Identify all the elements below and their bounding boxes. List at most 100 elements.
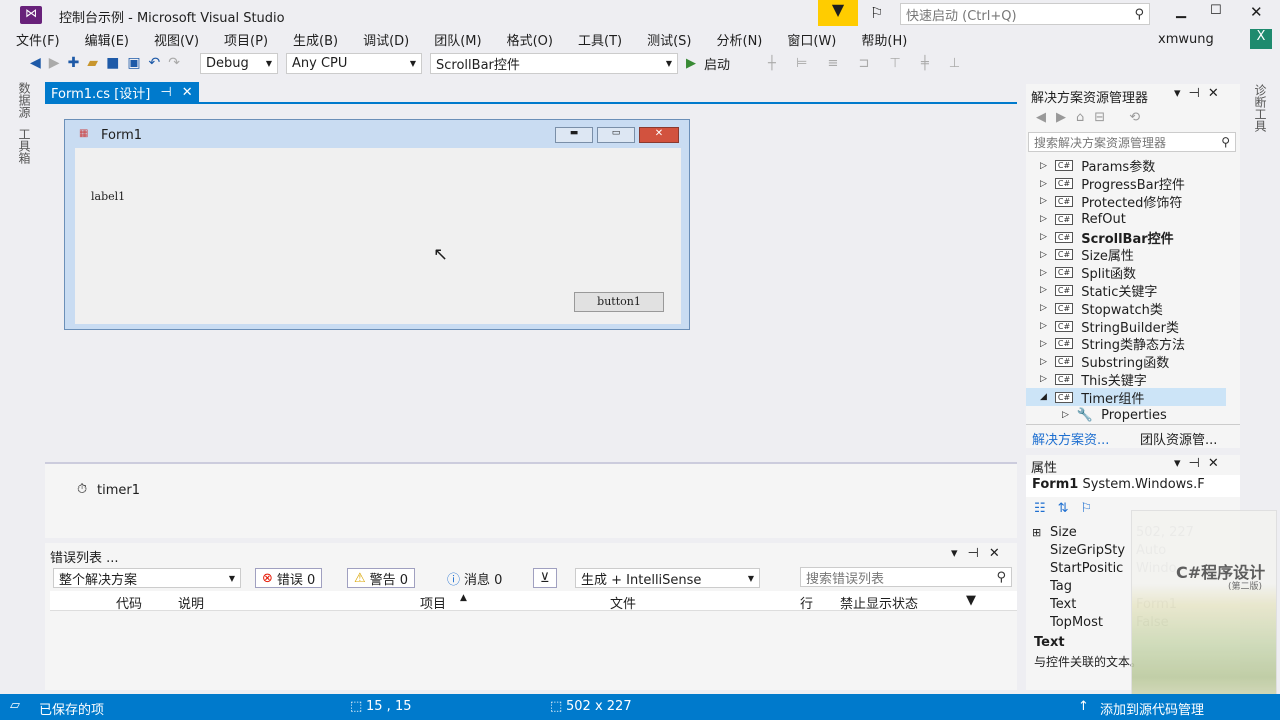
solution-search-input[interactable]: 搜索解决方案资源管理器 ⚲ xyxy=(1028,132,1236,152)
expand-icon[interactable]: ▷ xyxy=(1040,214,1047,224)
expand-icon[interactable]: ▷ xyxy=(1040,285,1047,295)
save-all-icon[interactable]: ▣ xyxy=(127,55,140,71)
panel-controls[interactable]: ▾⊣✕ xyxy=(1174,456,1227,471)
expand-icon[interactable]: ▷ xyxy=(1040,339,1047,349)
user-account[interactable]: xmwung xyxy=(1158,32,1214,47)
config-dropdown[interactable]: Debug ▼ xyxy=(200,52,279,74)
expand-icon[interactable]: ▷ xyxy=(1040,179,1047,189)
tab-solution-explorer[interactable]: 解决方案资... xyxy=(1032,429,1109,448)
left-tab-toolbox[interactable]: 工具箱 xyxy=(16,128,33,164)
tab-form1-design[interactable]: Form1.cs [设计] ⊣ ✕ xyxy=(45,82,199,102)
solution-item[interactable]: ▷ C# ProgressBar控件 xyxy=(1026,175,1226,193)
menu-test[interactable]: 测试(S) xyxy=(647,30,691,49)
button1[interactable]: button1 xyxy=(574,292,664,312)
solution-item[interactable]: ▷ C# RefOut xyxy=(1026,210,1226,228)
clear-filter-button[interactable]: ⊻ xyxy=(533,568,557,588)
expand-icon[interactable]: ⊞ xyxy=(1026,526,1050,539)
expand-icon[interactable]: ▷ xyxy=(1040,321,1047,331)
solution-item[interactable]: ▷ C# Stopwatch类 xyxy=(1026,299,1226,318)
panel-controls[interactable]: ▾⊣✕ xyxy=(1174,86,1227,101)
label1[interactable]: label1 xyxy=(91,190,125,203)
solution-item[interactable]: ▷ C# StringBuilder类 xyxy=(1026,317,1226,336)
menu-format[interactable]: 格式(O) xyxy=(507,30,553,49)
errors-filter-button[interactable]: ⊗ 错误 0 xyxy=(255,568,323,588)
object-selector[interactable]: Form1 System.Windows.F xyxy=(1026,475,1240,497)
menu-tools[interactable]: 工具(T) xyxy=(578,30,622,49)
user-avatar[interactable]: X xyxy=(1250,29,1272,49)
left-tab-datasource[interactable]: 数据源 xyxy=(16,82,33,118)
feedback-filter-icon[interactable]: ▼ xyxy=(818,0,858,26)
menu-edit[interactable]: 编辑(E) xyxy=(85,30,129,49)
open-file-icon[interactable]: ▰ xyxy=(87,55,98,71)
maximize-button[interactable]: ☐ xyxy=(1210,3,1222,18)
solution-item-properties[interactable]: ▷ 🔧 Properties xyxy=(1026,406,1226,424)
expand-icon[interactable]: ▷ xyxy=(1062,410,1069,420)
expand-icon[interactable]: ▷ xyxy=(1040,303,1047,313)
collapse-icon[interactable]: ◢ xyxy=(1040,392,1047,402)
expand-icon[interactable]: ▷ xyxy=(1040,161,1047,171)
form-preview[interactable]: ▦ Form1 ▬ ▭ ✕ label1 button1 ↖ xyxy=(64,119,690,330)
solution-item[interactable]: ▷ C# Size属性 xyxy=(1026,246,1226,264)
layout-align-icons[interactable]: ┼ ⊨ ≡ ⊐ ⊤ ╪ ⊥ xyxy=(768,56,968,71)
solution-item[interactable]: ▷ C# String类静态方法 xyxy=(1026,335,1226,353)
startup-project-dropdown[interactable]: ScrollBar控件 ▼ xyxy=(430,52,679,74)
expand-icon[interactable]: ▷ xyxy=(1040,196,1047,206)
back-icon[interactable]: ◀ xyxy=(30,55,41,71)
start-icon[interactable]: ▶ xyxy=(686,56,696,71)
menu-view[interactable]: 视图(V) xyxy=(154,30,199,49)
error-search-input[interactable]: 搜索错误列表 ⚲ xyxy=(800,567,1012,587)
expand-icon[interactable]: ▷ xyxy=(1040,250,1047,260)
solution-item[interactable]: ▷ C# Params参数 xyxy=(1026,157,1226,175)
save-icon[interactable]: ■ xyxy=(106,55,119,71)
new-project-icon[interactable]: ✚ xyxy=(68,55,80,71)
menu-debug[interactable]: 调试(D) xyxy=(363,30,409,49)
close-tab-icon[interactable]: ✕ xyxy=(182,85,193,100)
solution-item[interactable]: ▷ C# Split函数 xyxy=(1026,264,1226,282)
add-to-source-control[interactable]: 添加到源代码管理 xyxy=(1100,699,1204,718)
notification-icon[interactable]: ⚐ xyxy=(870,4,883,22)
menu-file[interactable]: 文件(F) xyxy=(16,30,60,49)
platform-dropdown[interactable]: Any CPU ▼ xyxy=(286,52,423,74)
close-button[interactable]: ✕ xyxy=(1250,3,1263,21)
col-suppression[interactable]: 禁止显示状态 xyxy=(840,593,918,612)
col-file[interactable]: 文件 xyxy=(610,593,636,612)
start-button[interactable]: 启动 xyxy=(704,54,730,73)
quick-launch-input[interactable]: 快速启动 (Ctrl+Q) ⚲ xyxy=(900,3,1150,25)
menu-analyze[interactable]: 分析(N) xyxy=(717,30,763,49)
properties-toolbar-icons[interactable]: ☷⇅⚐ xyxy=(1034,501,1104,516)
menu-window[interactable]: 窗口(W) xyxy=(787,30,836,49)
expand-icon[interactable]: ▷ xyxy=(1040,232,1047,242)
menu-project[interactable]: 项目(P) xyxy=(224,30,268,49)
col-project[interactable]: 项目 xyxy=(420,593,446,612)
build-source-dropdown[interactable]: 生成 + IntelliSense ▼ xyxy=(575,568,760,588)
messages-filter-button[interactable]: ⓘ 消息 0 xyxy=(440,568,509,588)
minimize-button[interactable]: ▁ xyxy=(1176,4,1186,19)
col-code[interactable]: 代码 xyxy=(116,593,142,612)
expand-icon[interactable]: ▷ xyxy=(1040,268,1047,278)
tab-team-explorer[interactable]: 团队资源管... xyxy=(1140,429,1217,448)
solution-item[interactable]: ▷ C# Substring函数 xyxy=(1026,353,1226,371)
panel-controls[interactable]: ▾⊣✕ xyxy=(951,546,1010,561)
undo-icon[interactable]: ↶ xyxy=(149,55,161,71)
scope-dropdown[interactable]: 整个解决方案 ▼ xyxy=(53,568,241,588)
solution-item[interactable]: ▷ C# Protected修饰符 xyxy=(1026,193,1226,211)
right-tab-diagnostics[interactable]: 诊断工具 xyxy=(1252,84,1269,132)
col-line[interactable]: 行 xyxy=(800,593,813,612)
solution-toolbar-icons[interactable]: ◀▶⌂⊟ ⟲ xyxy=(1036,110,1150,125)
menu-build[interactable]: 生成(B) xyxy=(293,30,338,49)
solution-item[interactable]: ◢ C# Timer组件 xyxy=(1026,388,1226,407)
filter-icon[interactable]: ▼ xyxy=(966,593,976,608)
solution-item[interactable]: ▷ C# Static关键字 xyxy=(1026,282,1226,300)
timer1-component[interactable]: timer1 xyxy=(97,483,140,498)
solution-item[interactable]: ▷ C# ScrollBar控件 xyxy=(1026,228,1226,247)
expand-icon[interactable]: ▷ xyxy=(1040,374,1047,384)
menu-team[interactable]: 团队(M) xyxy=(434,30,481,49)
expand-icon[interactable]: ▷ xyxy=(1040,357,1047,367)
solution-item[interactable]: ▷ C# This关键字 xyxy=(1026,371,1226,389)
col-description[interactable]: 说明 xyxy=(178,593,204,612)
forward-icon[interactable]: ▶ xyxy=(49,55,60,71)
menu-help[interactable]: 帮助(H) xyxy=(861,30,907,49)
redo-icon[interactable]: ↷ xyxy=(168,55,180,71)
pin-icon[interactable]: ⊣ xyxy=(160,85,171,100)
warnings-filter-button[interactable]: ⚠ 警告 0 xyxy=(347,568,416,588)
